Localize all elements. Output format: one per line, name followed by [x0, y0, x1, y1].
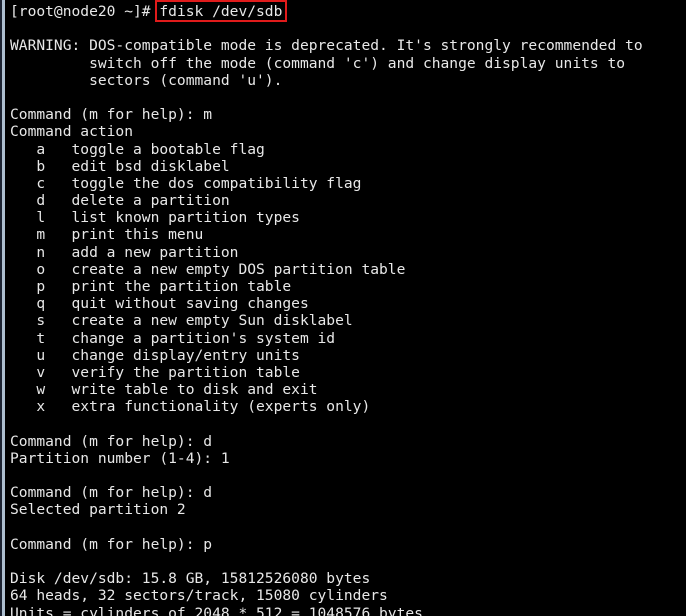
shell-prompt-line: [root@node20 ~]# fdisk /dev/sdb — [10, 0, 686, 23]
terminal-line: x extra functionality (experts only) — [10, 398, 371, 416]
terminal-line: t change a partition's system id — [10, 329, 336, 347]
terminal-line: n add a new partition — [10, 243, 239, 261]
highlighted-command[interactable]: fdisk /dev/sdb — [155, 0, 288, 23]
terminal-line: b edit bsd disklabel — [10, 157, 230, 175]
terminal-line: Selected partition 2 — [10, 501, 186, 519]
terminal-output: WARNING: DOS-compatible mode is deprecat… — [10, 20, 686, 616]
terminal-line: d delete a partition — [10, 192, 230, 210]
terminal-line: Command action — [10, 123, 134, 141]
terminal-line: c toggle the dos compatibility flag — [10, 174, 362, 192]
terminal-line: 64 heads, 32 sectors/track, 15080 cylind… — [10, 587, 388, 605]
shell-prompt: [root@node20 ~]# — [10, 3, 160, 20]
terminal-line: o create a new empty DOS partition table — [10, 260, 406, 278]
terminal-line: m print this menu — [10, 226, 204, 244]
terminal-line: sectors (command 'u'). — [10, 71, 283, 89]
terminal-line: v verify the partition table — [10, 363, 300, 381]
terminal-screen[interactable]: [root@node20 ~]# fdisk /dev/sdb WARNING:… — [5, 0, 686, 616]
terminal-line: a toggle a bootable flag — [10, 140, 265, 158]
terminal-line: l list known partition types — [10, 209, 300, 227]
terminal-window[interactable]: [root@node20 ~]# fdisk /dev/sdb WARNING:… — [0, 0, 686, 616]
terminal-line: u change display/entry units — [10, 346, 300, 364]
terminal-line: Units = cylinders of 2048 * 512 = 104857… — [10, 604, 423, 616]
terminal-line: Command (m for help): d — [10, 484, 213, 502]
terminal-line: s create a new empty Sun disklabel — [10, 312, 353, 330]
terminal-line: q quit without saving changes — [10, 295, 309, 313]
terminal-line: Command (m for help): m — [10, 106, 213, 124]
terminal-line: WARNING: DOS-compatible mode is deprecat… — [10, 37, 643, 55]
terminal-line: Partition number (1-4): 1 — [10, 449, 230, 467]
terminal-line: Command (m for help): d — [10, 432, 213, 450]
terminal-line: Command (m for help): p — [10, 535, 213, 553]
terminal-line: w write table to disk and exit — [10, 381, 318, 399]
terminal-line: switch off the mode (command 'c') and ch… — [10, 54, 626, 72]
terminal-line: p print the partition table — [10, 278, 292, 295]
terminal-line: Disk /dev/sdb: 15.8 GB, 15812526080 byte… — [10, 570, 371, 588]
